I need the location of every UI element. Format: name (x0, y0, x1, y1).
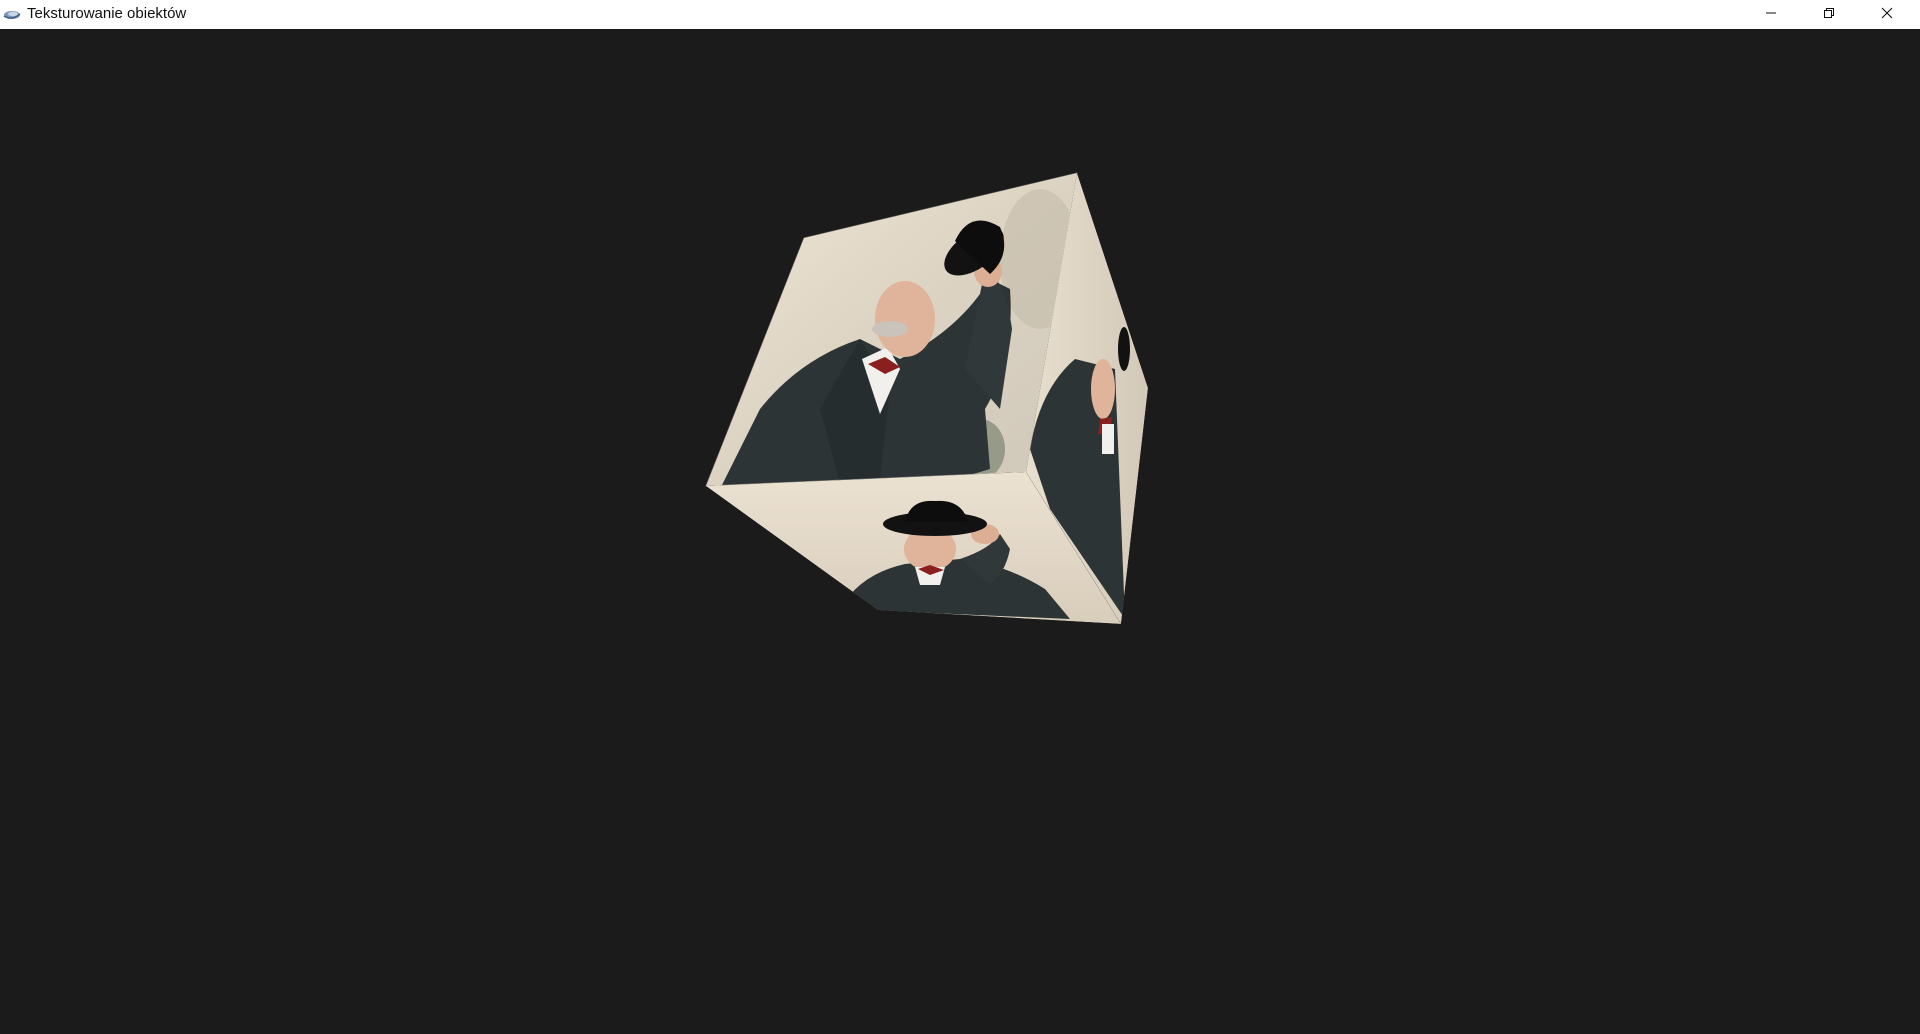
close-icon (1881, 6, 1893, 24)
opengl-app-icon (3, 8, 21, 20)
textured-cube (705, 172, 1148, 624)
minimize-icon (1765, 6, 1777, 24)
render-viewport[interactable] (0, 29, 1920, 1034)
restore-icon (1823, 6, 1835, 24)
app-window: Teksturowanie obiektów (0, 0, 1920, 1034)
close-button[interactable] (1858, 0, 1916, 29)
title-bar[interactable]: Teksturowanie obiektów (0, 0, 1920, 29)
minimize-button[interactable] (1742, 0, 1800, 29)
restore-button[interactable] (1800, 0, 1858, 29)
cube-front-face (706, 173, 1077, 486)
window-title: Teksturowanie obiektów (27, 5, 187, 22)
